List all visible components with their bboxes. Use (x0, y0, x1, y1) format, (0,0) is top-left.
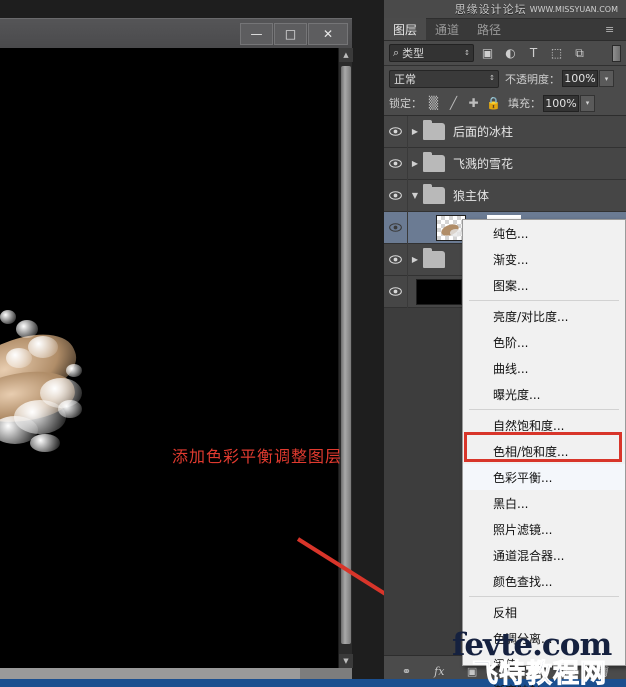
group-expand-toggle[interactable]: ▶ (408, 255, 422, 264)
layer-name: 后面的冰柱 (453, 125, 514, 139)
blend-mode-row: 正常 ↕ 不透明度： 100% ▾ (384, 66, 626, 91)
menu-item-hue-saturation[interactable]: 色相/饱和度... (463, 438, 625, 464)
menu-item-vibrance[interactable]: 自然饱和度... (463, 412, 625, 438)
eye-icon (389, 159, 402, 168)
folder-open-icon (423, 184, 445, 204)
menu-item-color-balance[interactable]: 色彩平衡... (463, 464, 625, 490)
layer-visibility-toggle[interactable] (384, 211, 408, 244)
layer-visibility-toggle[interactable] (384, 116, 408, 148)
menu-item-threshold[interactable]: 阈值... (463, 651, 625, 677)
folder-icon (423, 120, 445, 140)
spinner-icon[interactable]: ↕ (489, 75, 495, 82)
blend-mode-select[interactable]: 正常 ↕ (389, 69, 499, 88)
menu-separator (469, 300, 619, 301)
menu-item-photo-filter[interactable]: 照片滤镜... (463, 516, 625, 542)
panel-menu-icon[interactable]: ≡ (605, 24, 621, 37)
group-expand-toggle[interactable]: ▶ (408, 159, 422, 168)
lock-row: 锁定： ▒ ╱ ✚ 🔒 填充： 100% ▾ (384, 91, 626, 116)
forum-url: WWW.MISSYUAN.COM (529, 4, 618, 14)
table-row[interactable]: ▼ 狼主体 (384, 179, 626, 212)
layer-thumbnail[interactable] (416, 278, 462, 305)
shape-layer-filter-icon[interactable]: ⬚ (547, 44, 566, 63)
menu-item-pattern[interactable]: 图案... (463, 272, 625, 298)
lock-position-icon[interactable]: ✚ (465, 95, 482, 112)
menu-separator (469, 596, 619, 597)
filter-enable-toggle[interactable] (612, 45, 621, 62)
blend-mode-value: 正常 (394, 72, 416, 86)
fill-label: 填充： (508, 97, 541, 110)
folder-icon (423, 248, 445, 268)
adjustment-layer-filter-icon[interactable]: ◐ (501, 44, 520, 63)
snow-splash (30, 434, 60, 452)
eye-icon (389, 287, 402, 296)
filter-type-select[interactable]: ⌕ 类型 ↕ (389, 44, 474, 62)
eye-icon (389, 127, 402, 136)
smart-object-filter-icon[interactable]: ⧉ (570, 44, 589, 63)
maximize-button[interactable]: □ (274, 23, 307, 45)
layer-name: 狼主体 (453, 189, 490, 203)
lock-all-icon[interactable]: 🔒 (485, 95, 502, 112)
fill-input[interactable]: 100% (543, 94, 579, 112)
fill-dropdown-icon[interactable]: ▾ (580, 94, 595, 112)
forum-watermark-header: 思缘设计论坛 WWW.MISSYUAN.COM (384, 0, 626, 19)
menu-item-levels[interactable]: 色阶... (463, 329, 625, 355)
spinner-icon[interactable]: ↕ (464, 49, 470, 57)
layer-name: 飞溅的雪花 (453, 157, 514, 171)
panel-tab-bar: 图层 通道 路径 ≡ (384, 18, 626, 41)
folder-icon (423, 152, 445, 172)
menu-item-color-lookup[interactable]: 颜色查找... (463, 568, 625, 594)
eye-icon (389, 191, 402, 200)
tab-channels[interactable]: 通道 (426, 18, 468, 40)
search-icon: ⌕ (393, 46, 400, 59)
minimize-button[interactable]: — (240, 23, 273, 45)
lock-transparent-pixels-icon[interactable]: ▒ (425, 95, 442, 112)
menu-item-curves[interactable]: 曲线... (463, 355, 625, 381)
opacity-label: 不透明度： (505, 72, 560, 86)
lock-image-pixels-icon[interactable]: ╱ (445, 95, 462, 112)
type-layer-filter-icon[interactable]: T (524, 44, 543, 63)
table-row[interactable]: ▶ 后面的冰柱 (384, 116, 626, 148)
new-adjustment-layer-menu[interactable]: 纯色... 渐变... 图案... 亮度/对比度... 色阶... 曲线... … (462, 219, 626, 687)
window-controls: — □ ✕ (240, 23, 348, 45)
tab-paths[interactable]: 路径 (468, 18, 510, 40)
menu-item-gradient-map[interactable]: 渐变映射... (463, 677, 625, 687)
group-collapse-toggle[interactable]: ▼ (408, 191, 422, 200)
layer-visibility-toggle[interactable] (384, 275, 408, 308)
table-row[interactable]: ▶ 飞溅的雪花 (384, 147, 626, 180)
opacity-dropdown-icon[interactable]: ▾ (599, 70, 614, 87)
menu-item-exposure[interactable]: 曝光度... (463, 381, 625, 407)
document-titlebar[interactable]: — □ ✕ (0, 18, 352, 48)
pixel-layer-filter-icon[interactable]: ▣ (478, 44, 497, 63)
scroll-up-arrow[interactable]: ▲ (339, 48, 353, 62)
menu-separator (469, 409, 619, 410)
layer-filter-row: ⌕ 类型 ↕ ▣ ◐ T ⬚ ⧉ (384, 41, 626, 66)
menu-item-channel-mixer[interactable]: 通道混合器... (463, 542, 625, 568)
tab-layers[interactable]: 图层 (384, 18, 427, 40)
layer-visibility-toggle[interactable] (384, 179, 408, 212)
group-expand-toggle[interactable]: ▶ (408, 127, 422, 136)
canvas-horizontal-scroll-thumb[interactable] (0, 668, 300, 679)
eye-icon (389, 255, 402, 264)
filter-type-value: 类型 (402, 47, 425, 60)
menu-item-brightness-contrast[interactable]: 亮度/对比度... (463, 303, 625, 329)
snow-splash (0, 310, 16, 324)
layer-visibility-toggle[interactable] (384, 147, 408, 180)
layer-visibility-toggle[interactable] (384, 243, 408, 276)
menu-item-invert[interactable]: 反相 (463, 599, 625, 625)
annotation-label: 添加色彩平衡调整图层 (172, 447, 343, 466)
forum-title: 思缘设计论坛 (454, 3, 527, 16)
lock-label: 锁定： (389, 97, 422, 110)
menu-item-black-white[interactable]: 黑白... (463, 490, 625, 516)
eye-icon (389, 223, 402, 232)
menu-item-gradient[interactable]: 渐变... (463, 246, 625, 272)
close-button[interactable]: ✕ (308, 23, 348, 45)
menu-item-posterize[interactable]: 色调分离... (463, 625, 625, 651)
menu-item-solid-color[interactable]: 纯色... (463, 220, 625, 246)
opacity-input[interactable]: 100% (562, 70, 598, 87)
